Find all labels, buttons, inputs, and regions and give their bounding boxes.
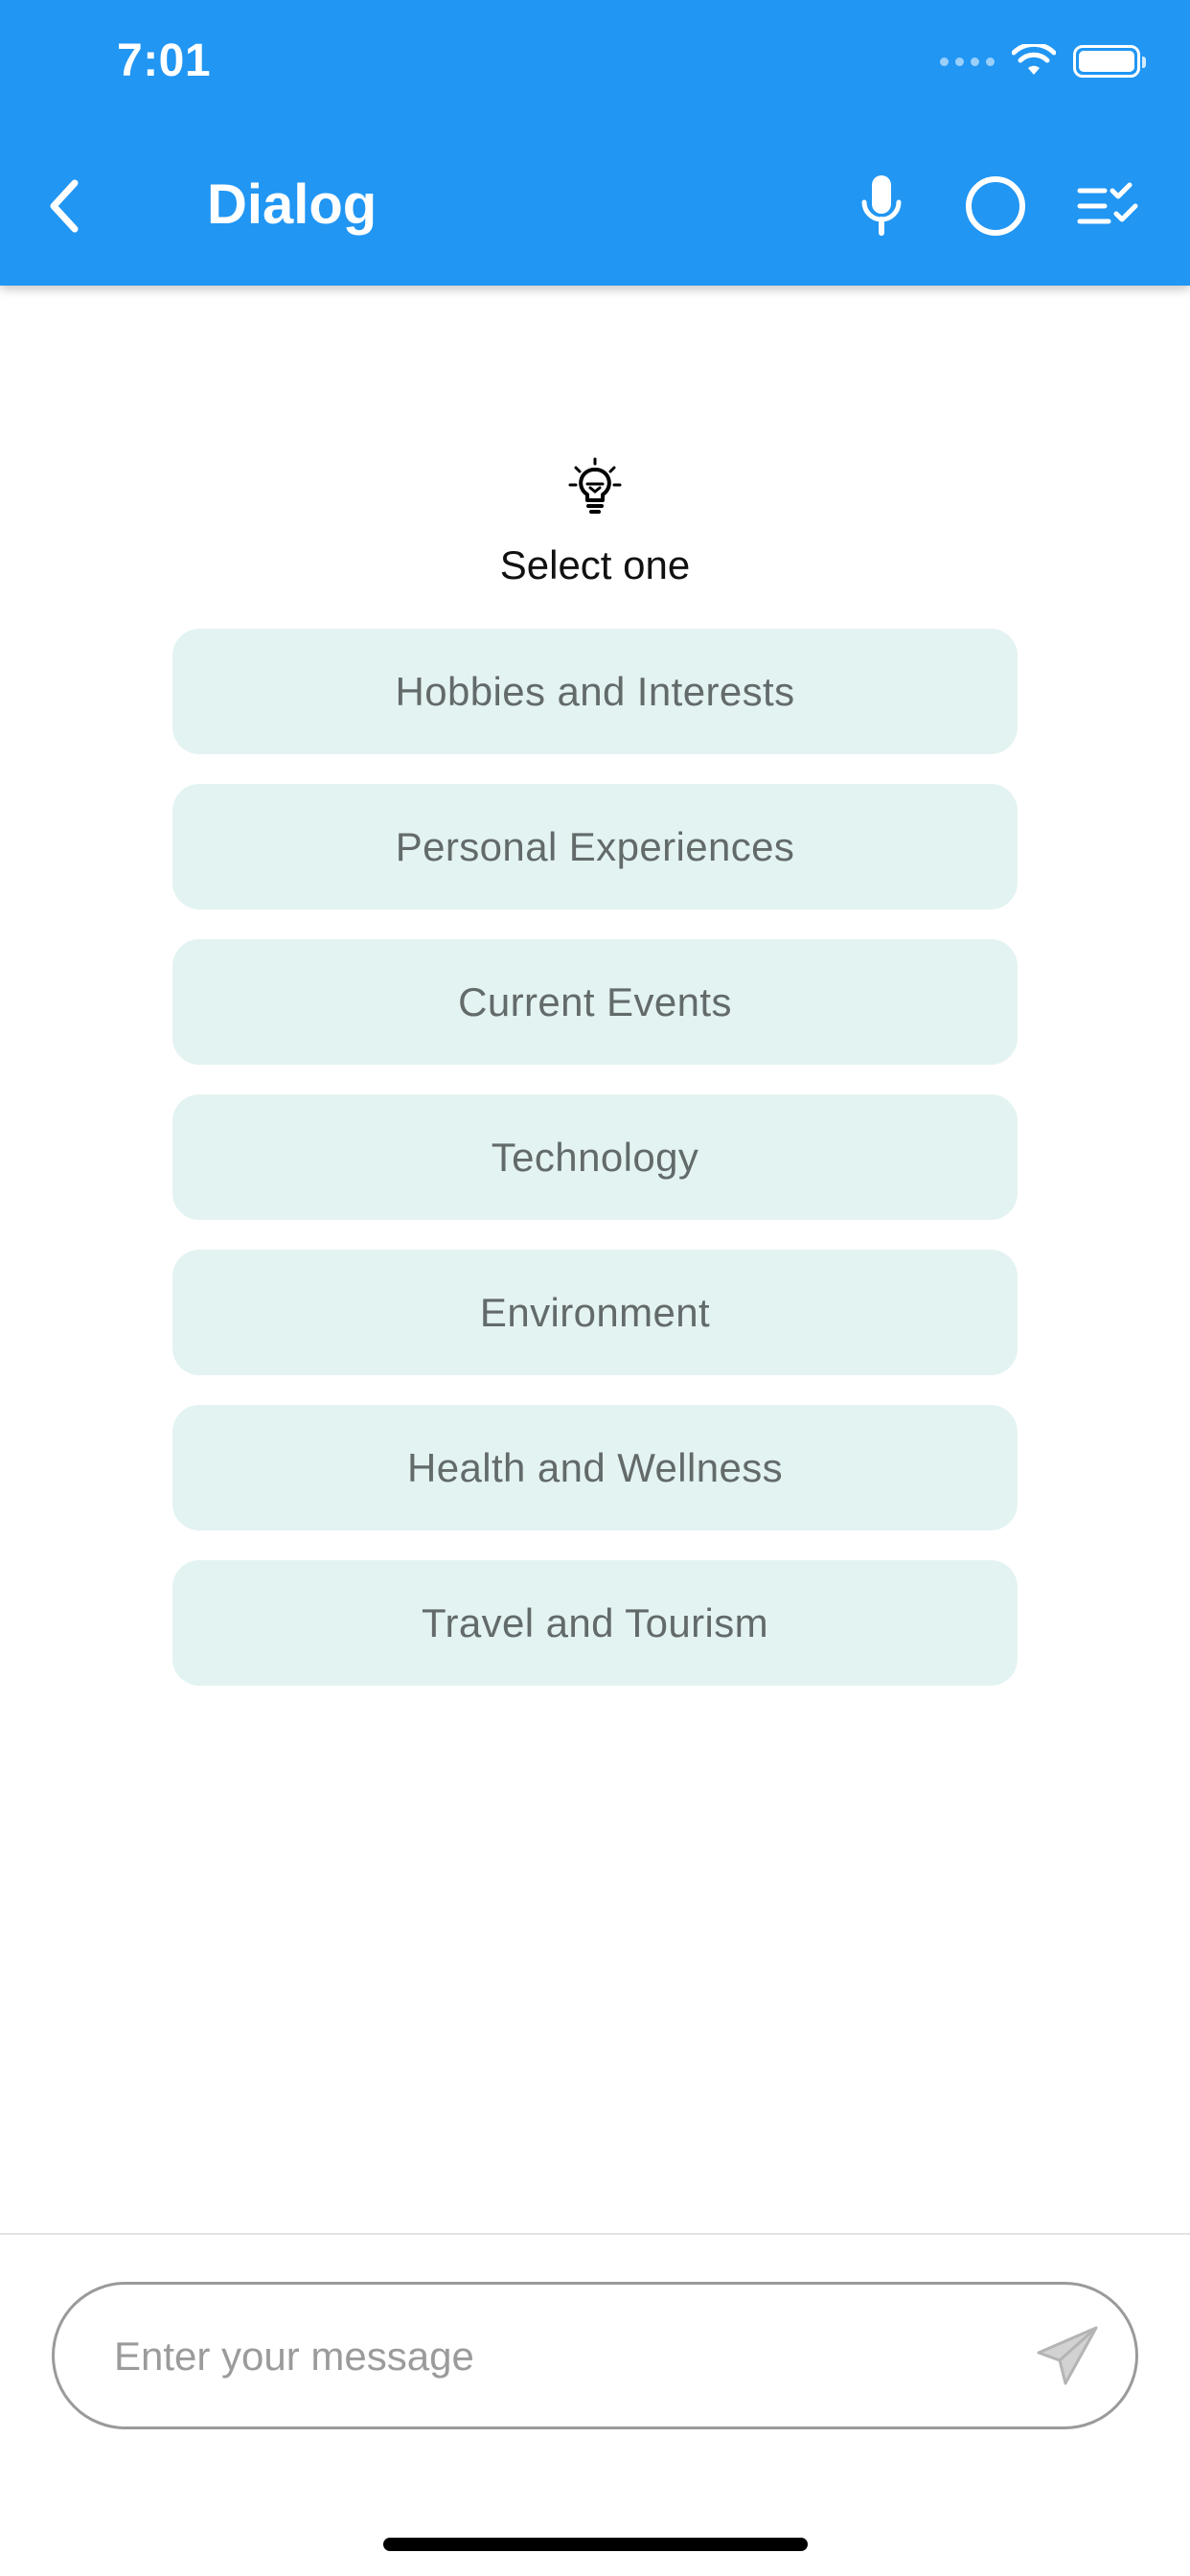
send-icon: [1037, 2326, 1098, 2385]
microphone-icon: [861, 175, 902, 236]
option-button-environment[interactable]: Environment: [172, 1250, 1018, 1375]
battery-icon: [1073, 45, 1146, 78]
chevron-left-icon: [50, 179, 79, 233]
option-button-travel-and-tourism[interactable]: Travel and Tourism: [172, 1560, 1018, 1686]
home-indicator[interactable]: [383, 2538, 808, 2551]
message-input[interactable]: [112, 2285, 978, 2428]
option-list: Hobbies and Interests Personal Experienc…: [172, 629, 1018, 1715]
status-icons: [940, 44, 1146, 79]
option-button-technology[interactable]: Technology: [172, 1094, 1018, 1220]
option-button-personal-experiences[interactable]: Personal Experiences: [172, 784, 1018, 909]
option-button-current-events[interactable]: Current Events: [172, 939, 1018, 1065]
back-button[interactable]: [29, 163, 98, 249]
cellular-signal-icon: [940, 57, 995, 66]
status-time: 7:01: [117, 35, 212, 86]
microphone-button[interactable]: [843, 163, 920, 249]
checklist-button[interactable]: [1067, 163, 1152, 249]
option-button-health-and-wellness[interactable]: Health and Wellness: [172, 1405, 1018, 1530]
send-button[interactable]: [1024, 2313, 1110, 2400]
option-button-hobbies-and-interests[interactable]: Hobbies and Interests: [172, 629, 1018, 754]
record-button[interactable]: [954, 163, 1037, 249]
prompt-text: Select one: [499, 542, 691, 587]
circle-icon: [966, 176, 1025, 236]
message-composer: [52, 2282, 1138, 2429]
wifi-icon: [1012, 44, 1056, 75]
dialog-screen: 7:01 Dialog Select one Hobbies and Inter…: [0, 0, 1190, 2576]
checklist-icon: [1077, 182, 1138, 224]
header: 7:01 Dialog: [0, 0, 1190, 286]
lightbulb-icon: [568, 457, 622, 514]
composer-divider: [0, 2233, 1190, 2235]
page-title: Dialog: [207, 173, 378, 236]
